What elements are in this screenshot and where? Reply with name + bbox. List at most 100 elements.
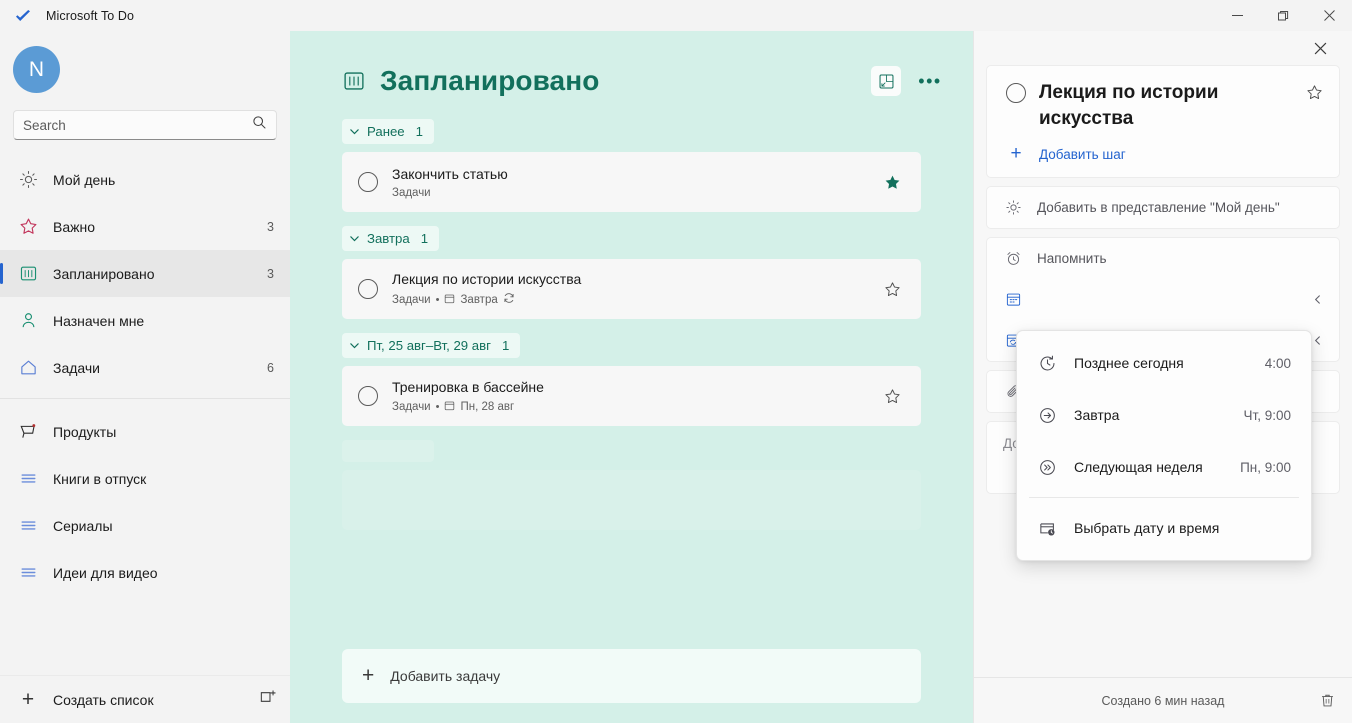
app-logo-icon: [0, 8, 46, 24]
star-outline-icon[interactable]: [1303, 84, 1325, 101]
group-count: 1: [415, 124, 423, 139]
planned-icon: [13, 264, 43, 283]
sidebar-item-important[interactable]: Важно 3: [0, 203, 290, 250]
sidebar-item-planned[interactable]: Запланировано 3: [0, 250, 290, 297]
minimize-button[interactable]: [1214, 0, 1260, 31]
new-list-button[interactable]: Создать список: [53, 692, 259, 708]
task-checkbox[interactable]: [358, 172, 378, 192]
task-checkbox[interactable]: [358, 386, 378, 406]
sidebar-item-assigned-to-me[interactable]: Назначен мне: [0, 297, 290, 344]
task-body: Закончить статью Задачи: [392, 166, 882, 199]
avatar[interactable]: N: [13, 46, 60, 93]
planned-icon: [342, 69, 366, 93]
table-row[interactable]: Тренировка в бассейне Задачи • Пн, 28 ав…: [342, 366, 921, 426]
add-task-label: Добавить задачу: [390, 668, 501, 684]
sun-icon: [13, 170, 43, 189]
background-image-icon[interactable]: [871, 66, 901, 96]
group-label: Ранее: [367, 124, 405, 139]
star-filled-icon[interactable]: [882, 174, 902, 191]
group-header-placeholder: [342, 440, 434, 462]
group-label: Пт, 25 авг–Вт, 29 авг: [367, 338, 491, 353]
task-meta: Задачи: [392, 187, 882, 199]
meta-separator: •: [435, 293, 440, 306]
task-meta: Задачи • Пн, 28 авг: [392, 400, 882, 414]
add-step-button[interactable]: + Добавить шаг: [1004, 143, 1325, 165]
reminder-option-tomorrow[interactable]: Завтра Чт, 9:00: [1017, 389, 1311, 441]
chevron-down-icon: [349, 233, 360, 244]
home-icon: [13, 358, 43, 377]
calendar-due-icon: [1001, 291, 1025, 308]
search-input[interactable]: [23, 117, 252, 133]
task-title: Тренировка в бассейне: [392, 378, 544, 395]
detail-task-title: Лекция по истории искусства: [1039, 82, 1219, 129]
task-meta: Задачи • Завтра: [392, 292, 882, 307]
maximize-button[interactable]: [1260, 0, 1306, 31]
reminder-option-pick-date-time[interactable]: Выбрать дату и время: [1017, 502, 1311, 554]
add-to-my-day-row[interactable]: Добавить в представление "Мой день": [987, 187, 1339, 228]
calendar-clock-icon: [1034, 519, 1060, 538]
task-list-name: Задачи: [392, 400, 431, 413]
page-title: Запланировано: [380, 65, 600, 96]
sidebar-item-label: Книги в отпуск: [53, 470, 147, 487]
reminder-option-later-today[interactable]: Позднее сегодня 4:00: [1017, 337, 1311, 389]
sidebar-item-tasks[interactable]: Задачи 6: [0, 344, 290, 391]
star-outline-icon[interactable]: [882, 388, 902, 405]
add-step-label: Добавить шаг: [1039, 146, 1126, 162]
reminder-option-value: 4:00: [1264, 355, 1291, 371]
sidebar-item-count: 3: [267, 219, 274, 234]
new-group-icon[interactable]: [259, 688, 277, 711]
group-header-tomorrow[interactable]: Завтра 1: [342, 226, 440, 251]
reminder-option-label: Позднее сегодня: [1074, 355, 1184, 371]
clock-arrow-icon: [1034, 354, 1060, 373]
due-date-row[interactable]: [987, 279, 1339, 320]
task-due: Пн, 28 авг: [460, 400, 515, 413]
add-to-my-day-label: Добавить в представление "Мой день": [1037, 200, 1280, 215]
chevron-left-icon[interactable]: [1309, 294, 1325, 305]
table-row[interactable]: Лекция по истории искусства Задачи • Зав…: [342, 259, 921, 319]
group-count: 1: [420, 231, 429, 246]
sidebar-item-series[interactable]: Сериалы: [0, 502, 290, 549]
task-checkbox[interactable]: [1006, 83, 1026, 103]
group-label: Завтра: [367, 231, 410, 246]
sidebar-item-label: Задачи: [53, 359, 101, 376]
list-header: Запланировано •••: [290, 31, 973, 97]
alarm-icon: [1001, 250, 1025, 267]
trash-icon[interactable]: [1319, 692, 1336, 709]
group-header-date-range[interactable]: Пт, 25 авг–Вт, 29 авг 1: [342, 333, 521, 358]
arrow-right-circle-icon: [1034, 406, 1060, 425]
repeat-icon: [503, 292, 515, 307]
sidebar-divider: [0, 398, 290, 399]
task-checkbox[interactable]: [358, 279, 378, 299]
sidebar-item-label: Важно: [53, 218, 96, 235]
reminder-option-next-week[interactable]: Следующая неделя Пн, 9:00: [1017, 441, 1311, 493]
remind-label: Напомнить: [1037, 251, 1107, 266]
reminder-option-value: Чт, 9:00: [1243, 407, 1291, 423]
search-box[interactable]: [13, 110, 277, 140]
sidebar-item-my-day[interactable]: Мой день: [0, 156, 290, 203]
reminder-dropdown-menu: Позднее сегодня 4:00 Завтра Чт, 9:00 Сле…: [1016, 330, 1312, 561]
group-header-earlier[interactable]: Ранее 1: [342, 119, 434, 144]
close-icon[interactable]: [1307, 35, 1333, 61]
star-outline-icon[interactable]: [882, 281, 902, 298]
created-timestamp: Создано 6 мин назад: [1101, 693, 1225, 708]
sidebar-item-vacation-books[interactable]: Книги в отпуск: [0, 455, 290, 502]
close-window-button[interactable]: [1306, 0, 1352, 31]
list-icon: [13, 469, 43, 488]
add-task-button[interactable]: + Добавить задачу: [342, 649, 921, 703]
task-body: Тренировка в бассейне Задачи • Пн, 28 ав…: [392, 379, 882, 414]
sidebar-item-video-ideas[interactable]: Идеи для видео: [0, 549, 290, 596]
calendar-icon: [444, 293, 455, 307]
reminder-option-value: Пн, 9:00: [1240, 459, 1291, 475]
reminder-option-label: Завтра: [1074, 407, 1120, 423]
search-icon: [252, 115, 267, 135]
list-icon: [13, 563, 43, 582]
sidebar-item-count: 6: [267, 360, 274, 375]
table-row[interactable]: Закончить статью Задачи: [342, 152, 921, 212]
task-list-name: Задачи: [392, 186, 431, 199]
detail-my-day-card[interactable]: Добавить в представление "Мой день": [986, 186, 1340, 229]
plus-icon: +: [362, 664, 375, 687]
remind-row[interactable]: Напомнить: [987, 238, 1339, 279]
sidebar-item-products[interactable]: Продукты: [0, 408, 290, 455]
ellipsis-icon[interactable]: •••: [915, 66, 945, 96]
